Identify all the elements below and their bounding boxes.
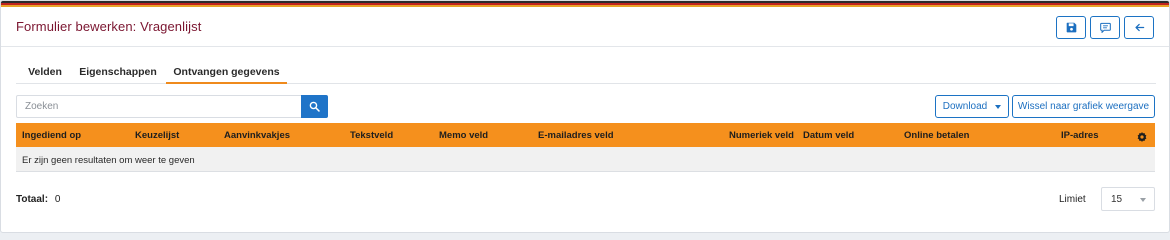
- column-header-ingediend-op[interactable]: Ingediend op: [22, 130, 81, 141]
- total-label: Totaal:: [16, 194, 49, 205]
- column-header-aanvinkvakjes[interactable]: Aanvinkvakjes: [224, 130, 290, 141]
- tab-eigenschappen[interactable]: Eigenschappen: [77, 62, 159, 84]
- top-color-stripe: [1, 1, 1169, 7]
- table-header: Ingediend op Keuzelijst Aanvinkvakjes Te…: [16, 123, 1155, 147]
- column-header-ip-adres[interactable]: IP-adres: [1061, 130, 1099, 141]
- back-button[interactable]: [1124, 16, 1154, 39]
- total-count: Totaal: 0: [16, 194, 60, 205]
- column-header-numeriek-veld[interactable]: Numeriek veld: [729, 130, 794, 141]
- search-input[interactable]: [16, 95, 302, 118]
- comment-button[interactable]: [1090, 16, 1120, 39]
- search-button[interactable]: [301, 95, 328, 118]
- tab-velden[interactable]: Velden: [16, 62, 74, 84]
- save-icon: [1066, 22, 1076, 33]
- limit-label: Limiet: [1059, 194, 1086, 205]
- limit-value: 15: [1111, 194, 1123, 205]
- download-button[interactable]: Download: [935, 95, 1009, 118]
- column-header-emailadres-veld[interactable]: E-mailadres veld: [538, 130, 614, 141]
- header-divider: [1, 46, 1169, 47]
- column-header-online-betalen[interactable]: Online betalen: [904, 130, 969, 141]
- chevron-down-icon: [1140, 198, 1146, 202]
- column-header-tekstveld[interactable]: Tekstveld: [350, 130, 393, 141]
- gear-icon[interactable]: [1137, 129, 1147, 147]
- page-title: Formulier bewerken: Vragenlijst: [16, 19, 202, 34]
- caret-down-icon: [995, 104, 1002, 109]
- search-icon: [309, 101, 320, 112]
- empty-results-row: Er zijn geen resultaten om weer te geven: [16, 147, 1155, 172]
- save-button[interactable]: [1056, 16, 1086, 39]
- arrow-left-icon: [1134, 23, 1144, 32]
- tab-bar: Velden Eigenschappen Ontvangen gegevens: [16, 62, 1156, 84]
- download-label: Download: [942, 101, 988, 112]
- column-header-memo-veld[interactable]: Memo veld: [439, 130, 488, 141]
- form-editor-panel: Formulier bewerken: Vragenlijst Velden E…: [0, 0, 1170, 233]
- column-header-datum-veld[interactable]: Datum veld: [803, 130, 854, 141]
- limit-select[interactable]: 15: [1101, 187, 1155, 211]
- tab-ontvangen-gegevens[interactable]: Ontvangen gegevens: [166, 62, 287, 84]
- comment-icon: [1099, 22, 1111, 33]
- toggle-chart-view-button[interactable]: Wissel naar grafiek weergave: [1012, 95, 1155, 118]
- column-header-keuzelijst[interactable]: Keuzelijst: [135, 130, 179, 141]
- total-value: 0: [54, 194, 61, 205]
